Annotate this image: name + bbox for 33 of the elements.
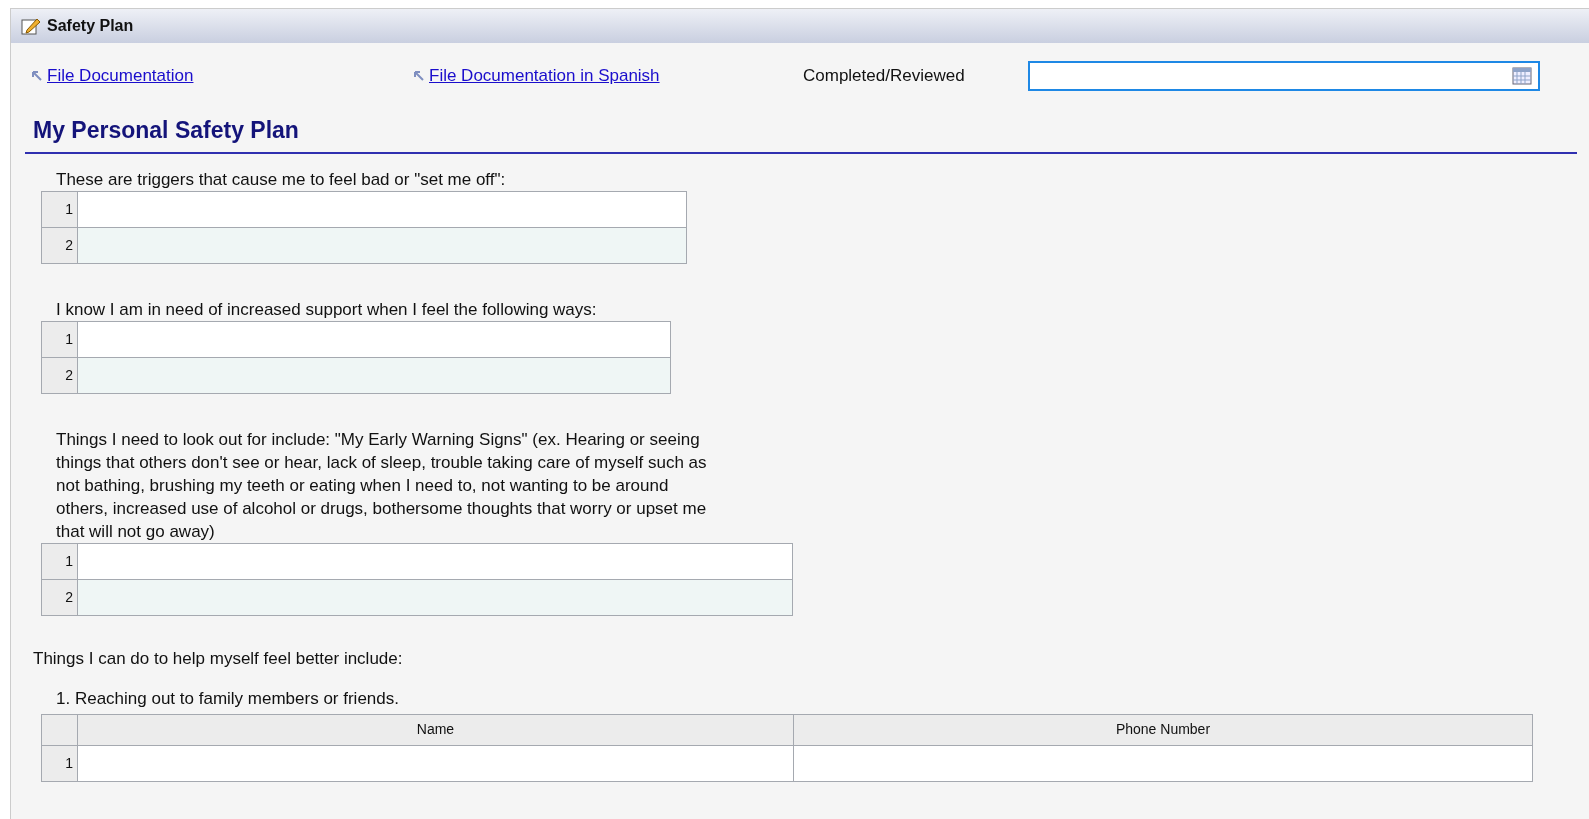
row-number: 2 [41, 579, 78, 615]
row-number: 1 [41, 543, 78, 579]
arrow-icon [413, 70, 425, 82]
input-cell[interactable] [77, 543, 793, 579]
date-field[interactable] [1028, 61, 1540, 91]
section-text: Things I can do to help myself feel better include: [33, 647, 404, 670]
column-header: Phone Number [793, 714, 1533, 745]
row-number: 1 [41, 745, 78, 781]
prompt-text: Things I need to look out for include: "My Early Warning Signs" (ex. Hearing or seeing things that others don't see or hear, lack of sleep, trouble taking care of myself such as not bathing, brushing my teeth or eating when I need to, not wanting to be around others, increased use of alcohol or drugs, bothersome thoughts that worry or upset me that will not go away) [56, 428, 708, 543]
header-cell [41, 714, 78, 745]
row-number: 2 [41, 227, 78, 263]
prompt-text: These are triggers that cause me to feel bad or "set me off": [56, 168, 507, 191]
input-cell[interactable] [77, 745, 794, 781]
field-label: Completed/Reviewed [803, 65, 966, 88]
input-cell[interactable] [77, 227, 687, 263]
calendar-icon[interactable] [1512, 67, 1532, 85]
input-cell[interactable] [77, 321, 671, 357]
column-header: Name [77, 714, 794, 745]
edit-icon [21, 16, 41, 36]
input-cell[interactable] [793, 745, 1533, 781]
row-number: 1 [41, 191, 78, 227]
prompt-text: I know I am in need of increased support when I feel the following ways: [56, 298, 598, 321]
list-item-text: 1. Reaching out to family members or friends. [56, 688, 400, 710]
documentation-link[interactable]: File Documentation in Spanish [429, 63, 660, 89]
input-cell[interactable] [77, 191, 687, 227]
row-number: 1 [41, 321, 78, 357]
row-number: 2 [41, 357, 78, 393]
arrow-icon [31, 70, 43, 82]
panel-title: Safety Plan [47, 16, 134, 36]
section-heading: My Personal Safety Plan [33, 116, 300, 145]
input-cell[interactable] [77, 579, 793, 615]
input-cell[interactable] [77, 357, 671, 393]
documentation-link[interactable]: File Documentation [47, 63, 194, 89]
